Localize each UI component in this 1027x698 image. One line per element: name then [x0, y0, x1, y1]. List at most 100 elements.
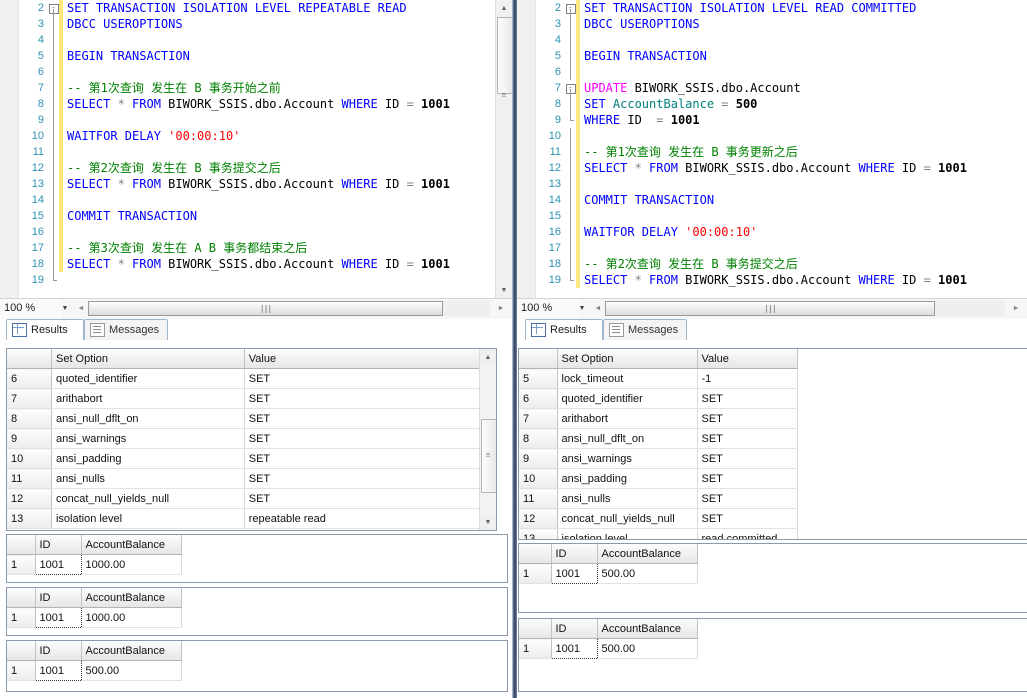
- column-header[interactable]: AccountBalance: [81, 535, 182, 555]
- code-line[interactable]: 16 WAITFOR DELAY '00:00:10': [535, 224, 1027, 240]
- table-row[interactable]: 5 lock_timeout -1: [519, 368, 798, 389]
- code-line[interactable]: 10: [535, 128, 1027, 144]
- table-cell[interactable]: 1001: [34, 660, 82, 681]
- table-row[interactable]: 1 1001 500.00: [519, 638, 698, 659]
- column-header[interactable]: Value: [697, 349, 798, 369]
- code-line[interactable]: 11: [18, 144, 496, 160]
- code-line[interactable]: 9: [18, 112, 496, 128]
- table-row[interactable]: 13 isolation level repeatable read: [7, 508, 483, 529]
- fold-margin[interactable]: -: [565, 0, 576, 16]
- code-line[interactable]: 4: [535, 32, 1027, 48]
- table-cell[interactable]: quoted_identifier: [557, 388, 698, 409]
- table-cell[interactable]: isolation level: [51, 508, 245, 529]
- table-cell[interactable]: 7: [519, 408, 558, 429]
- code-line[interactable]: 9 WHERE ID = 1001: [535, 112, 1027, 128]
- table-cell[interactable]: isolation level: [557, 528, 698, 539]
- code-line[interactable]: 3 DBCC USEROPTIONS: [18, 16, 496, 32]
- table-cell[interactable]: SET: [244, 488, 483, 509]
- code-line[interactable]: 5 BEGIN TRANSACTION: [18, 48, 496, 64]
- table-cell[interactable]: SET: [697, 468, 798, 489]
- table-row[interactable]: 1 1001 1000.00: [7, 554, 182, 575]
- column-header[interactable]: ID: [35, 535, 82, 555]
- table-cell[interactable]: 6: [519, 388, 558, 409]
- code-line[interactable]: 7- UPDATE BIWORK_SSIS.dbo.Account: [535, 80, 1027, 96]
- fold-margin[interactable]: -: [48, 0, 59, 16]
- table-row[interactable]: 6 quoted_identifier SET: [7, 368, 483, 389]
- table-cell[interactable]: lock_timeout: [557, 368, 698, 389]
- table-cell[interactable]: 1: [7, 607, 36, 628]
- table-cell[interactable]: SET: [697, 448, 798, 469]
- code-line[interactable]: 14: [18, 192, 496, 208]
- right-hscroll-left-arrow-icon[interactable]: ◄: [591, 301, 605, 316]
- table-row[interactable]: 8 ansi_null_dflt_on SET: [519, 428, 798, 449]
- table-row[interactable]: 13 isolation level read committed: [519, 528, 798, 539]
- code-line[interactable]: 15: [535, 208, 1027, 224]
- table-cell[interactable]: quoted_identifier: [51, 368, 245, 389]
- scroll-up-arrow-icon[interactable]: ▲: [480, 349, 496, 365]
- code-line[interactable]: 8 SELECT * FROM BIWORK_SSIS.dbo.Account W…: [18, 96, 496, 112]
- scroll-down-arrow-icon[interactable]: ▼: [496, 282, 512, 298]
- table-cell[interactable]: SET: [697, 388, 798, 409]
- column-header[interactable]: [7, 641, 36, 661]
- table-cell[interactable]: 500.00: [81, 660, 182, 681]
- column-header[interactable]: AccountBalance: [81, 641, 182, 661]
- left-hscroll-right-arrow-icon[interactable]: ►: [494, 301, 508, 316]
- code-line[interactable]: 15 COMMIT TRANSACTION: [18, 208, 496, 224]
- left-useroptions-grid[interactable]: Set Option Value 6 quoted_identifier SET 7 ari…: [6, 348, 497, 531]
- table-row[interactable]: 12 concat_null_yields_null SET: [519, 508, 798, 529]
- table-cell[interactable]: 1: [7, 660, 36, 681]
- table-cell[interactable]: repeatable read: [244, 508, 483, 529]
- code-line[interactable]: 17: [535, 240, 1027, 256]
- column-header[interactable]: ID: [35, 641, 82, 661]
- table-row[interactable]: 12 concat_null_yields_null SET: [7, 488, 483, 509]
- column-header[interactable]: [7, 535, 36, 555]
- table-cell[interactable]: arithabort: [51, 388, 245, 409]
- column-header[interactable]: AccountBalance: [81, 588, 182, 608]
- column-header[interactable]: [519, 544, 552, 564]
- scroll-down-arrow-icon[interactable]: ▼: [480, 514, 496, 530]
- code-line[interactable]: 19: [18, 272, 496, 288]
- table-cell[interactable]: 1000.00: [81, 554, 182, 575]
- table-cell[interactable]: SET: [244, 368, 483, 389]
- table-cell[interactable]: 9: [7, 428, 52, 449]
- left-editor-hscroll-track[interactable]: |||: [88, 301, 490, 316]
- table-cell[interactable]: read committed: [697, 528, 798, 539]
- table-cell[interactable]: arithabort: [557, 408, 698, 429]
- fold-margin[interactable]: -: [565, 80, 576, 96]
- table-cell[interactable]: 1: [519, 563, 552, 584]
- table-cell[interactable]: SET: [697, 508, 798, 529]
- table-cell[interactable]: 8: [519, 428, 558, 449]
- table-cell[interactable]: 10: [519, 468, 558, 489]
- table-cell[interactable]: ansi_null_dflt_on: [51, 408, 245, 429]
- left-result-grid-3[interactable]: ID AccountBalance 1 1001 500.00: [6, 640, 508, 692]
- table-row[interactable]: 11 ansi_nulls SET: [519, 488, 798, 509]
- table-cell[interactable]: 10: [7, 448, 52, 469]
- table-row[interactable]: 8 ansi_null_dflt_on SET: [7, 408, 483, 429]
- column-header[interactable]: ID: [551, 619, 598, 639]
- table-row[interactable]: 11 ansi_nulls SET: [7, 468, 483, 489]
- table-cell[interactable]: SET: [244, 388, 483, 409]
- right-result-grid-2[interactable]: ID AccountBalance 1 1001 500.00: [518, 618, 1027, 692]
- table-cell[interactable]: 1: [519, 638, 552, 659]
- table-cell[interactable]: 1: [7, 554, 36, 575]
- table-cell[interactable]: SET: [244, 428, 483, 449]
- code-line[interactable]: 16: [18, 224, 496, 240]
- table-cell[interactable]: -1: [697, 368, 798, 389]
- table-cell[interactable]: 500.00: [597, 638, 698, 659]
- left-tab-messages[interactable]: Messages: [84, 319, 168, 340]
- left-editor-hscroll-thumb[interactable]: |||: [88, 301, 443, 316]
- table-row[interactable]: 9 ansi_warnings SET: [7, 428, 483, 449]
- code-line[interactable]: 3 DBCC USEROPTIONS: [535, 16, 1027, 32]
- table-cell[interactable]: ansi_null_dflt_on: [557, 428, 698, 449]
- right-hscroll-right-arrow-icon[interactable]: ►: [1009, 301, 1023, 316]
- table-cell[interactable]: ansi_warnings: [557, 448, 698, 469]
- column-header[interactable]: [519, 349, 558, 369]
- code-line[interactable]: 6: [18, 64, 496, 80]
- table-row[interactable]: 6 quoted_identifier SET: [519, 388, 798, 409]
- code-line[interactable]: 13 SELECT * FROM BIWORK_SSIS.dbo.Account …: [18, 176, 496, 192]
- code-line[interactable]: 12 SELECT * FROM BIWORK_SSIS.dbo.Account …: [535, 160, 1027, 176]
- code-line[interactable]: 12 -- 第2次查询 发生在 B 事务提交之后: [18, 160, 496, 176]
- code-line[interactable]: 17 -- 第3次查询 发生在 A B 事务都结束之后: [18, 240, 496, 256]
- code-line[interactable]: 2- SET TRANSACTION ISOLATION LEVEL REPEAT…: [18, 0, 496, 16]
- right-sql-editor[interactable]: 2- SET TRANSACTION ISOLATION LEVEL READ C…: [517, 0, 1027, 298]
